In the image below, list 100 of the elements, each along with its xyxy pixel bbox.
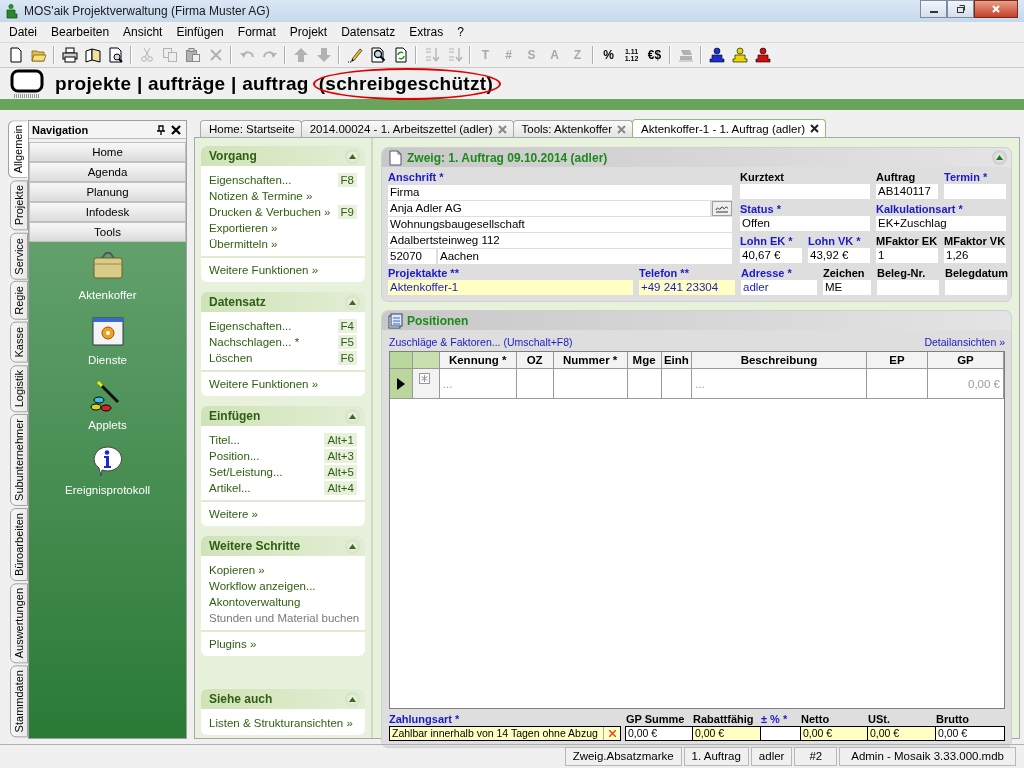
task-link[interactable]: Position... [209,450,325,462]
text-field[interactable]: 0,00 € [935,726,1005,741]
task-link[interactable]: Set/Leistung... [209,466,325,478]
pin-icon[interactable] [156,124,166,135]
task-link[interactable]: Titel... [209,434,325,446]
task-link[interactable]: Eigenschaften... [209,320,338,332]
text-field[interactable]: Aktenkoffer-1 [388,280,633,295]
side-tab[interactable]: Logistik [10,364,28,412]
search-icon[interactable] [369,47,386,63]
menu-item[interactable]: ? [450,23,471,41]
text-field[interactable]: 1,26 [944,248,1006,263]
task-link[interactable]: Übermitteln » [209,238,357,250]
task-link[interactable]: Weitere Funktionen » [209,378,357,390]
pencil-icon[interactable] [346,47,363,63]
menu-item[interactable]: Projekt [282,23,335,41]
task-link[interactable]: Workflow anzeigen... [209,580,357,592]
side-tab[interactable]: Büroarbeiten [10,507,28,581]
nav-button[interactable]: Planung [29,182,186,202]
text-field[interactable]: Anja Adler AG [388,201,710,216]
folder-icon[interactable] [30,47,47,63]
task-link[interactable]: Eigenschaften... [209,174,338,186]
text-field[interactable]: Aachen [438,249,732,264]
text-field[interactable]: 0,00 € [692,726,761,741]
new-document-icon[interactable] [7,47,24,63]
task-link[interactable]: Akontoverwaltung [209,596,357,608]
side-tab[interactable]: Service [10,232,28,280]
text-field[interactable]: 1 [876,248,938,263]
nav-button[interactable]: Tools [29,222,186,242]
text-field[interactable]: Firma [388,185,732,200]
task-link[interactable]: Listen & Strukturansichten » [209,717,357,729]
toolbar-button[interactable]: €$ [643,44,666,66]
column-header[interactable]: EP [866,352,928,369]
task-link[interactable]: Kopieren » [209,564,357,576]
text-field[interactable]: EK+Zuschlag [876,216,1006,231]
task-link[interactable]: Drucken & Verbuchen » [209,206,338,218]
nav-button[interactable]: Home [29,142,186,162]
side-tab[interactable]: Subunternehmer [10,414,28,506]
collapse-button[interactable] [345,538,360,554]
menu-item[interactable]: Ansicht [116,23,170,41]
column-header[interactable]: GP [927,352,1004,369]
link[interactable]: Zuschläge & Faktoren... (Umschalt+F8) [389,336,573,348]
text-field[interactable]: 52070 [388,249,436,264]
task-link[interactable]: Exportieren » [209,222,357,234]
side-tab[interactable]: Projekte [10,180,28,231]
person-icon[interactable] [731,47,748,63]
text-field[interactable]: 0,00 € [867,726,936,741]
collapse-button[interactable] [992,150,1007,165]
empty-field[interactable] [944,184,1006,199]
minimize-button[interactable] [920,0,947,18]
menu-item[interactable]: Einfügen [169,23,231,41]
info-icon[interactable] [90,445,125,479]
text-field[interactable]: 40,67 € [740,248,802,263]
tool-label[interactable]: Applets [88,419,127,431]
document-tab[interactable]: Aktenkoffer-1 - 1. Auftrag (adler) [632,119,827,137]
menu-item[interactable]: Datei [2,23,44,41]
text-field[interactable]: Adalbertsteinweg 112 [388,233,732,248]
person-icon[interactable] [754,47,771,63]
side-tab[interactable]: Auswertungen [10,582,28,664]
menu-item[interactable]: Extras [402,23,451,41]
toolbar-button[interactable]: % [597,44,620,66]
collapse-button[interactable] [345,294,360,310]
side-tab[interactable]: Regie [10,281,28,321]
text-field[interactable]: 0,00 € [800,726,868,741]
nav-button[interactable]: Agenda [29,162,186,182]
document-tab[interactable]: Home: Startseite [200,120,302,137]
text-field[interactable]: Wohnungsbaugesellschaft [388,217,732,232]
person-icon[interactable] [708,47,725,63]
column-header[interactable]: Kennung * [439,352,517,369]
close-icon[interactable] [171,124,181,135]
gear-window-icon[interactable] [90,315,125,349]
print-preview-icon[interactable] [107,47,124,63]
refresh-icon[interactable] [392,47,409,63]
text-field[interactable]: AB140117 [876,184,938,199]
side-tab[interactable]: Stammdaten [10,665,28,738]
task-link[interactable]: Weitere » [209,508,357,520]
restore-button[interactable] [947,0,974,18]
empty-field[interactable] [740,184,870,199]
nav-button[interactable]: Infodesk [29,202,186,222]
lookup-button[interactable] [712,201,732,216]
menu-item[interactable]: Format [230,23,283,41]
task-link[interactable]: Plugins » [209,638,357,650]
empty-field[interactable] [877,280,939,295]
book-icon[interactable] [84,47,101,63]
collapse-button[interactable] [345,148,360,164]
side-tab[interactable]: Allgemein [8,120,28,179]
text-field[interactable]: 0,00 € [625,726,693,741]
column-header[interactable]: Nummer * [553,352,627,369]
task-link[interactable]: Artikel... [209,482,325,494]
text-field[interactable]: Offen [740,216,870,231]
payment-field[interactable]: Zahlbar innerhalb von 14 Tagen ohne Abzug [389,726,621,741]
text-field[interactable]: +49 241 23304 [639,280,735,295]
text-field[interactable]: ME [823,280,871,295]
text-field[interactable]: adler [741,280,817,295]
collapse-button[interactable] [345,691,360,707]
column-header[interactable]: OZ [516,352,554,369]
tool-label[interactable]: Dienste [88,354,127,366]
column-header[interactable]: Mge [627,352,662,369]
close-icon[interactable] [810,124,820,133]
close-button[interactable] [974,0,1018,18]
document-tab[interactable]: 2014.00024 - 1. Arbeitszettel (adler) [300,120,514,137]
